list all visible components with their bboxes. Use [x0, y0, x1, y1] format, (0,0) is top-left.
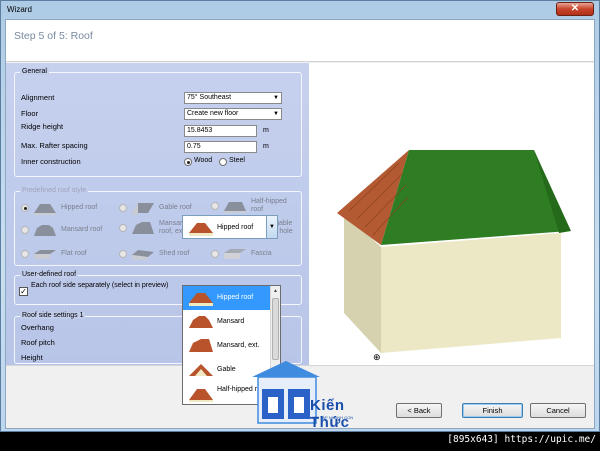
- roof-option-label: Mansard roof: [61, 226, 103, 233]
- height-label: Height: [21, 353, 43, 362]
- flat-roof-icon: [34, 250, 56, 259]
- roof-option-mansard[interactable]: Mansard roof: [21, 222, 111, 240]
- dropdown-option-label: Mansard, ext.: [217, 342, 260, 349]
- shed-roof-icon: [132, 250, 154, 260]
- wood-radio[interactable]: [184, 158, 192, 166]
- gable-roof-radio[interactable]: [119, 204, 127, 212]
- ridge-height-label: Ridge height: [21, 122, 64, 131]
- cancel-button[interactable]: Cancel: [530, 403, 586, 418]
- wizard-header: Step 5 of 5: Roof: [6, 20, 594, 62]
- roof-option-label: Gable roof: [159, 204, 192, 211]
- roof-option-hipped[interactable]: Hipped roof: [21, 200, 111, 218]
- dropdown-option-mansard[interactable]: Mansard: [183, 310, 271, 334]
- scrollbar-thumb[interactable]: [272, 298, 279, 360]
- roof-option-label: Fascia: [251, 250, 272, 257]
- image-url-text[interactable]: https://upic.me/: [504, 434, 596, 445]
- overhang-label: Overhang: [21, 323, 54, 332]
- window-title: Wizard: [7, 5, 32, 14]
- fascia-icon: [224, 249, 246, 259]
- roof-type-value: Hipped roof: [217, 224, 254, 231]
- mansard-ext-roof-icon: [132, 222, 154, 234]
- scroll-up-icon[interactable]: ▲: [271, 286, 280, 296]
- wood-label: Wood: [194, 157, 213, 164]
- hipped-roof-radio[interactable]: [21, 204, 29, 212]
- gable-roof-icon: [189, 364, 213, 376]
- roof-preview[interactable]: ⊕: [309, 63, 594, 365]
- mansard-roof-icon: [189, 316, 213, 328]
- ridge-height-unit: m: [263, 127, 269, 134]
- gable-roof-icon: [132, 203, 154, 215]
- image-info-line: [895x643] https://upic.me/: [447, 434, 596, 445]
- half-hipped-roof-icon: [224, 202, 246, 213]
- mansard-roof-icon: [34, 225, 56, 236]
- rafter-spacing-label: Max. Rafter spacing: [21, 141, 88, 150]
- rafter-spacing-input[interactable]: 0.75: [184, 141, 257, 153]
- chevron-down-icon[interactable]: ▼: [266, 216, 277, 238]
- title-bar[interactable]: Wizard ✕: [1, 1, 599, 19]
- dropdown-option-label: Gable: [217, 366, 236, 373]
- roof-option-shed[interactable]: Shed roof: [119, 246, 209, 264]
- mansard-roof-radio[interactable]: [21, 226, 29, 234]
- chevron-down-icon: ▼: [273, 111, 279, 117]
- back-button[interactable]: < Back: [396, 403, 442, 418]
- hipped-roof-icon: [189, 223, 213, 236]
- roof-option-half-hipped[interactable]: Half-hipped roof: [211, 198, 301, 216]
- alignment-value: 75° Southeast: [187, 94, 232, 101]
- roof-type-select[interactable]: Hipped roof ▼: [182, 215, 278, 239]
- image-size-text: [895x643]: [447, 434, 499, 445]
- roof-pitch-label: Roof pitch: [21, 338, 55, 347]
- roof-option-label: Shed roof: [159, 250, 190, 257]
- alignment-label: Alignment: [21, 93, 55, 102]
- dropdown-option-hipped-roof[interactable]: Hipped roof: [183, 286, 271, 310]
- steel-radio[interactable]: [219, 158, 227, 166]
- mansard-ext-roof-radio[interactable]: [119, 224, 127, 232]
- watermark: Kiến Thức HỌC TẬP NHANH GỌN: [248, 357, 388, 431]
- general-group-label: General: [20, 68, 49, 75]
- shed-roof-radio[interactable]: [119, 250, 127, 258]
- half-hipped-roof-radio[interactable]: [211, 202, 219, 210]
- roof-option-label: Hipped roof: [61, 204, 98, 211]
- dropdown-option-label: Hipped roof: [217, 294, 254, 301]
- alignment-select[interactable]: 75° Southeast ▼: [184, 92, 282, 104]
- close-button[interactable]: ✕: [556, 2, 594, 16]
- mansard-ext-roof-icon: [189, 339, 213, 352]
- floor-value: Create new floor: [187, 110, 239, 117]
- floor-select[interactable]: Create new floor ▼: [184, 108, 282, 120]
- each-roof-side-checkbox[interactable]: ✓: [19, 287, 28, 296]
- step-title: Step 5 of 5: Roof: [14, 30, 93, 42]
- flat-roof-radio[interactable]: [21, 250, 29, 258]
- roof-option-label: Flat roof: [61, 250, 87, 257]
- watermark-subtext: HỌC TẬP NHANH GỌN: [310, 415, 354, 420]
- roof-option-flat[interactable]: Flat roof: [21, 246, 111, 264]
- dropdown-option-label: Mansard: [217, 318, 245, 325]
- half-hipped-roof-icon: [189, 389, 213, 402]
- each-roof-side-label: Each roof side separately (select in pre…: [31, 282, 169, 289]
- fascia-radio[interactable]: [211, 250, 219, 258]
- roof-option-label: Half-hipped roof: [251, 198, 287, 213]
- chevron-down-icon: ▼: [273, 95, 279, 101]
- steel-label: Steel: [229, 157, 245, 164]
- user-defined-roof-group-label: User-defined roof: [20, 271, 79, 278]
- hipped-roof-icon: [189, 293, 213, 306]
- roof-side-settings-label: Roof side settings 1: [20, 312, 86, 319]
- rafter-spacing-unit: m: [263, 143, 269, 150]
- floor-label: Floor: [21, 109, 39, 118]
- dropdown-option-mansard-ext[interactable]: Mansard, ext.: [183, 334, 271, 358]
- ridge-height-input[interactable]: 15.8453: [184, 125, 257, 137]
- hipped-roof-icon: [34, 204, 56, 215]
- house-3d-preview: ⊕: [337, 150, 571, 363]
- inner-construction-label: Inner construction: [21, 157, 81, 166]
- predefined-roof-group-label: Predefined roof style: [20, 187, 89, 194]
- general-group: General Alignment 75° Southeast ▼ Floor …: [14, 68, 302, 177]
- finish-button[interactable]: Finish: [462, 403, 523, 418]
- roof-option-fascia[interactable]: Fascia: [211, 246, 301, 264]
- watermark-text: Kiến Thức: [310, 397, 350, 431]
